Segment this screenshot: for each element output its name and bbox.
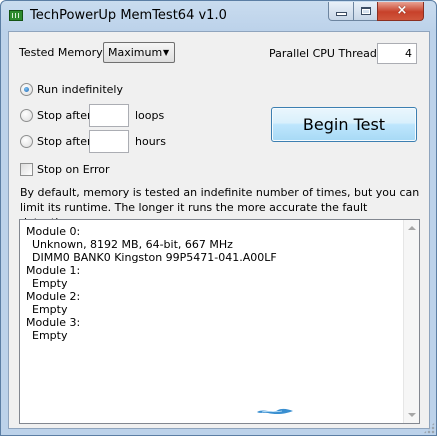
- begin-test-button[interactable]: Begin Test: [271, 107, 417, 142]
- module-2-line: Empty: [32, 303, 68, 316]
- title-bar[interactable]: TechPowerUp MemTest64 v1.0 ×: [1, 1, 436, 31]
- hours-input[interactable]: [89, 130, 129, 153]
- app-window: TechPowerUp MemTest64 v1.0 × Tested Memo…: [0, 0, 437, 436]
- parallel-threads-value: 4: [405, 47, 412, 60]
- scroll-down-icon[interactable]: [408, 413, 416, 417]
- module-info-list[interactable]: Module 0: Unknown, 8192 MB, 64-bit, 667 …: [19, 219, 420, 424]
- run-indefinitely-radio[interactable]: [20, 83, 33, 96]
- memory-chip-icon: [9, 10, 23, 21]
- stop-after-hours-label[interactable]: Stop after: [37, 135, 92, 148]
- minimize-button[interactable]: [328, 2, 354, 21]
- maximize-button[interactable]: [353, 2, 378, 21]
- hours-unit-label: hours: [135, 135, 166, 148]
- module-3-line: Empty: [32, 329, 68, 342]
- client-area: Tested Memory: Maximum ▼ Parallel CPU Th…: [8, 31, 430, 429]
- tested-memory-value: Maximum: [108, 46, 163, 59]
- module-0-header: Module 0:: [26, 225, 81, 238]
- stop-on-error-checkbox[interactable]: [20, 163, 33, 176]
- watermark-logo-icon: [257, 408, 293, 415]
- vertical-scrollbar[interactable]: [403, 220, 419, 423]
- stop-on-error-label[interactable]: Stop on Error: [37, 163, 110, 176]
- module-0-line: Unknown, 8192 MB, 64-bit, 667 MHz: [32, 238, 233, 251]
- tested-memory-label: Tested Memory:: [19, 46, 106, 59]
- loops-input[interactable]: [89, 104, 129, 127]
- module-1-header: Module 1:: [26, 264, 81, 277]
- run-indefinitely-label[interactable]: Run indefinitely: [37, 83, 123, 96]
- module-3-header: Module 3:: [26, 316, 81, 329]
- maximize-icon: [361, 7, 371, 15]
- stop-after-hours-radio[interactable]: [20, 135, 33, 148]
- module-1-line: Empty: [32, 277, 68, 290]
- minimize-icon: [337, 13, 346, 15]
- chevron-down-icon: ▼: [163, 48, 170, 57]
- close-icon: ×: [396, 3, 408, 18]
- tested-memory-select[interactable]: Maximum ▼: [103, 42, 175, 63]
- stop-after-loops-radio[interactable]: [20, 109, 33, 122]
- stop-after-loops-label[interactable]: Stop after: [37, 109, 92, 122]
- loops-unit-label: loops: [135, 109, 165, 122]
- parallel-threads-input[interactable]: 4: [377, 43, 417, 64]
- close-button[interactable]: ×: [377, 2, 424, 21]
- parallel-threads-label: Parallel CPU Threads:: [269, 47, 387, 60]
- scroll-up-icon[interactable]: [408, 226, 416, 230]
- window-title: TechPowerUp MemTest64 v1.0: [30, 8, 227, 23]
- module-0-line: DIMM0 BANK0 Kingston 99P5471-041.A00LF: [32, 251, 277, 264]
- module-2-header: Module 2:: [26, 290, 81, 303]
